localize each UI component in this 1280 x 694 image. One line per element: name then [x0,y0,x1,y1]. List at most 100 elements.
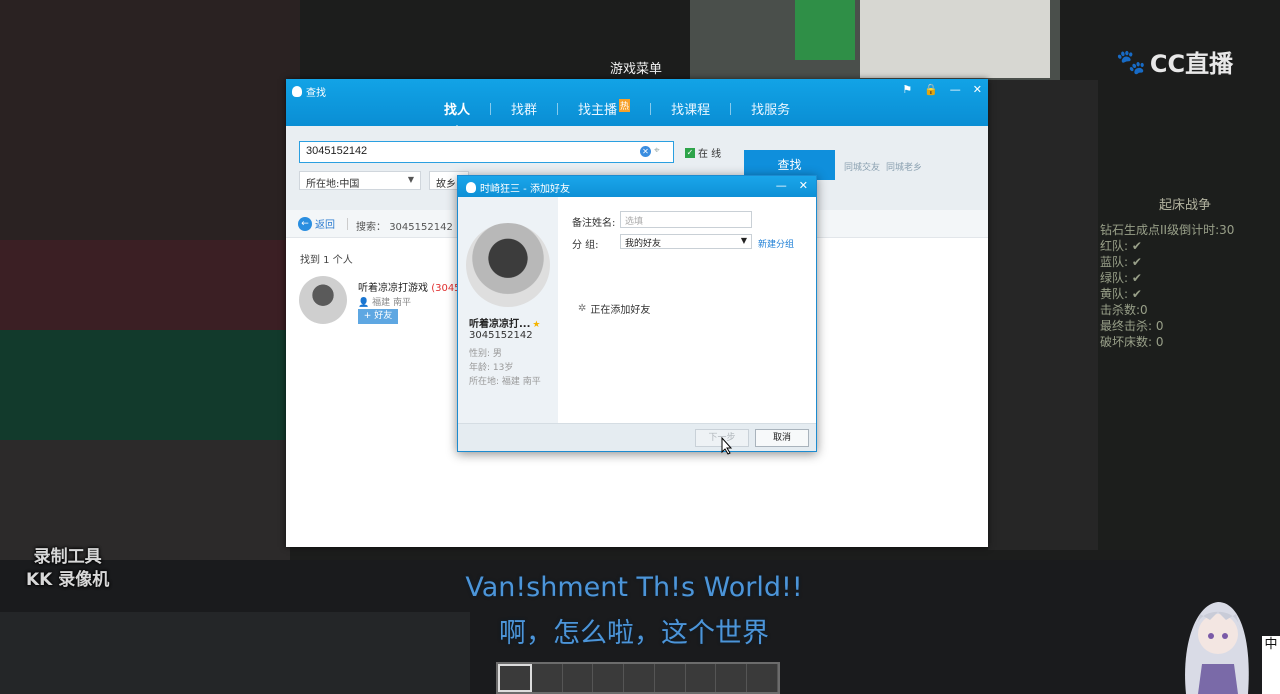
profile-info: 性别: 男 年龄: 13岁 所在地: 福建 南平 [469,347,541,389]
search-summary: 搜索： 3045152142 [356,218,453,233]
tab-find-course[interactable]: 找课程 [651,99,730,118]
subtitle-english: Van!shment Th!s World!! [465,572,803,603]
profile-gender: 性别: 男 [469,349,502,359]
location-select[interactable]: 所在地:中国 ▼ [299,171,421,190]
mouse-cursor-icon [721,437,733,455]
profile-avatar [466,223,550,307]
find-tabs: 找人 找群 找主播热 找课程 找服务 [424,99,810,131]
game-menu-title: 游戏菜单 [610,62,663,77]
profile-age: 年龄: 13岁 [469,363,514,373]
remark-input[interactable]: 选填 [620,211,752,228]
result-location-text: 福建 南平 [372,298,411,308]
hotbar-slot [624,664,655,692]
remark-label: 备注姓名: [572,218,616,229]
found-count: 找到 1 个人 [300,255,353,266]
add-friend-dialog-header: 时崎狂三 - 添加好友 — ✕ [458,176,816,197]
add-friend-dialog: 时崎狂三 - 添加好友 — ✕ 听着凉凉打... ★ 3045152142 性别:… [457,175,817,452]
result-nickname: 听着凉凉打游戏 [358,283,428,294]
back-button-label: 返回 [315,220,335,231]
add-friend-dialog-title-text: 时崎狂三 - 添加好友 [480,184,570,195]
profile-location: 所在地: 福建 南平 [469,377,541,387]
find-window-header: 查找 ⚑ 🔒 — ✕ 找人 找群 找主播热 找课程 找服务 [286,79,988,131]
subtitle-chinese: 啊，怎么啦，这个世界 [499,618,769,649]
tab-find-streamer[interactable]: 找主播热 [558,99,650,118]
add-friend-form: 备注姓名: 选填 分 组: 我的好友 ▼ 新建分组 ✲ 正在添加好友 [558,197,816,423]
hometown-select-value: 故乡: [436,179,460,190]
hotbar-slot [593,664,625,692]
tab-find-service[interactable]: 找服务 [731,99,810,118]
qq-penguin-icon [292,86,302,97]
checkbox-check-icon: ✓ [685,147,695,158]
watermark-line1: 录制工具 [33,547,102,567]
cc-logo-text: CC直播 [1149,50,1234,78]
find-window-title: 查找 [292,84,326,99]
scoreboard-line: 蓝队: ✔ [1100,255,1142,269]
minimize-icon[interactable]: — [950,83,961,96]
close-icon[interactable]: ✕ [799,179,808,192]
online-checkbox[interactable]: ✓ 在 线 [685,145,721,160]
location-pin-icon[interactable]: ⌖ [654,145,660,156]
link-same-city-friends[interactable]: 同城交友 [844,160,880,173]
back-button[interactable]: ← 返回 [298,216,335,231]
side-overlay-char: 中 [1264,637,1278,652]
dialog-controls: — ✕ [776,179,808,192]
hotbar-slot [563,664,594,692]
hotbar-slot [686,664,717,692]
cancel-button[interactable]: 取消 [755,429,809,447]
profile-panel: 听着凉凉打... ★ 3045152142 性别: 男 年龄: 13岁 所在地: … [458,197,558,423]
hot-badge: 热 [619,99,631,112]
adding-status: ✲ 正在添加好友 [578,301,650,316]
star-icon: ★ [532,320,541,330]
paw-icon: 🐾 [1116,47,1146,76]
result-location: 👤 福建 南平 [358,295,411,308]
quick-links: 同城交友 同城老乡 [844,160,922,173]
scoreboard-line: 钻石生成点II级倒计时:30 [1100,223,1235,237]
scoreboard-line: 击杀数:0 [1100,303,1148,317]
chevron-down-icon: ▼ [740,236,747,245]
search-input[interactable]: 3045152142 [299,141,674,163]
search-summary-value: 3045152142 [389,222,453,233]
chevron-down-icon: ▼ [407,175,414,184]
person-icon: 👤 [358,298,370,308]
result-avatar[interactable] [299,276,347,324]
adding-status-text: 正在添加好友 [590,305,651,316]
profile-qq-number: 3045152142 [469,330,533,341]
link-same-city-hometown[interactable]: 同城老乡 [886,160,922,173]
minimize-icon[interactable]: — [776,179,787,192]
close-icon[interactable]: ✕ [973,83,982,96]
lock-icon[interactable]: 🔒 [924,83,938,96]
clear-icon[interactable]: ✕ [640,146,651,157]
toolbar-divider [347,218,348,230]
game-hotbar [496,662,780,694]
hotbar-slot [716,664,748,692]
search-summary-prefix: 搜索： [356,222,386,233]
group-select-value: 我的好友 [625,239,662,249]
feedback-icon[interactable]: ⚑ [902,83,912,96]
dialog-footer: 下一步 取消 [458,423,816,451]
side-overlay-text: 中 [1262,636,1280,694]
profile-nickname: 听着凉凉打... ★ [469,315,540,330]
scoreboard-line: 黄队: ✔ [1100,287,1142,301]
tab-find-people[interactable]: 找人 [424,99,490,131]
online-checkbox-label: 在 线 [698,149,722,160]
scoreboard-line: 最终击杀: 0 [1100,319,1164,333]
hotbar-slot [747,664,779,692]
tab-find-streamer-label: 找主播 [578,103,618,118]
hotbar-slot [655,664,686,692]
group-select[interactable]: 我的好友 ▼ [620,234,752,249]
anime-girl-mascot [1185,602,1249,694]
scoreboard-title: 起床战争 [1158,198,1211,213]
loading-spinner-icon: ✲ [578,303,587,314]
result-name[interactable]: 听着凉凉打游戏 (30451 [358,279,467,294]
location-select-value: 所在地:中国 [306,179,360,190]
back-arrow-icon: ← [298,216,312,231]
hotbar-slot [498,664,532,692]
add-friend-button[interactable]: + 好友 [358,309,398,324]
scoreboard-line: 破坏床数: 0 [1100,335,1164,349]
add-friend-dialog-title: 时崎狂三 - 添加好友 [466,180,570,195]
qq-penguin-icon [466,182,476,193]
new-group-link[interactable]: 新建分组 [758,237,794,250]
profile-nickname-text: 听着凉凉打... [469,319,531,330]
tab-find-group[interactable]: 找群 [491,99,557,118]
group-label: 分 组: [572,240,599,251]
